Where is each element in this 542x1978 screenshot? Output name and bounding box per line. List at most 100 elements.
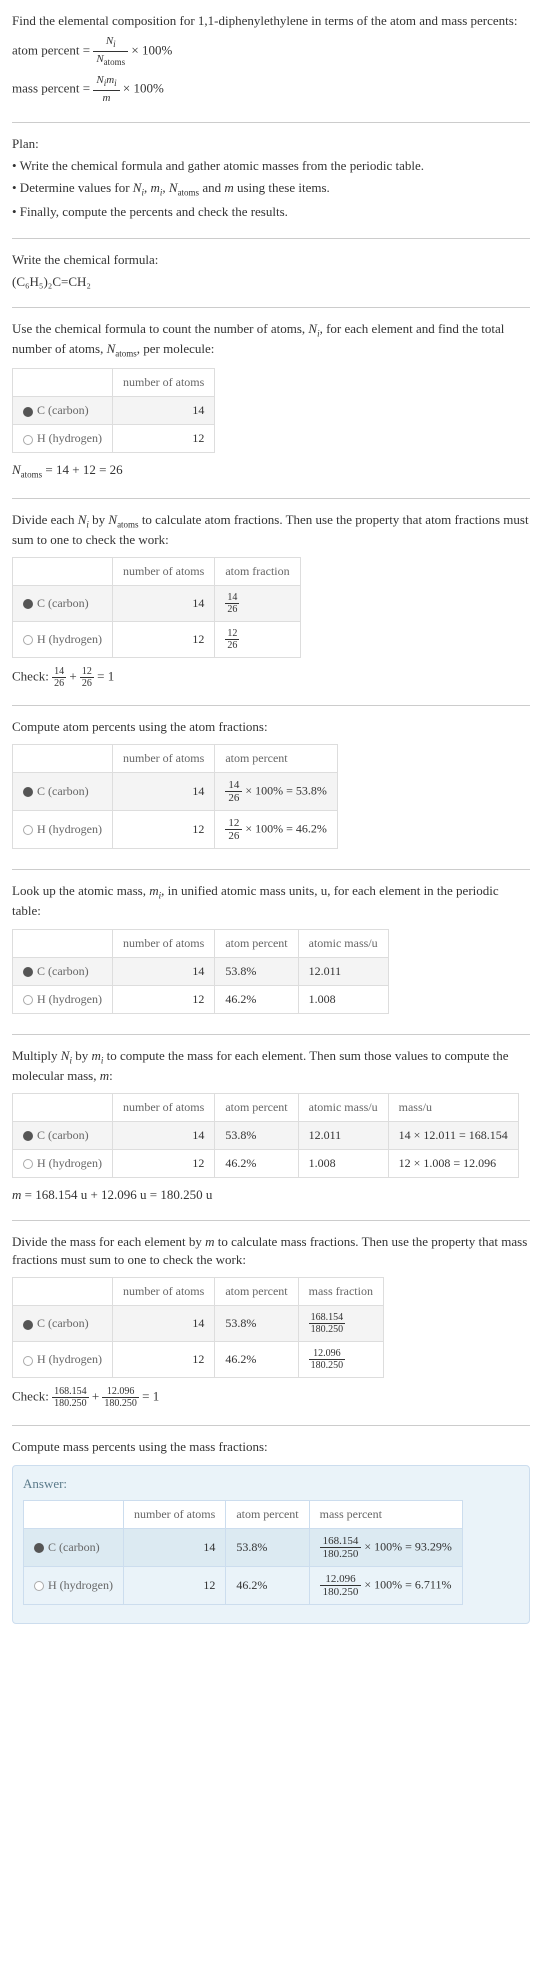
carbon-circle-icon	[23, 1131, 33, 1141]
mass-total-eq: = 168.154 u + 12.096 u = 180.250 u	[21, 1187, 212, 1202]
mass-total: m = 168.154 u + 12.096 u = 180.250 u	[12, 1186, 530, 1204]
mass-percent-fraction: Nimi m	[93, 73, 119, 106]
intro-section: Find the elemental composition for 1,1-d…	[12, 12, 530, 123]
cell-value: 53.8%	[226, 1528, 309, 1566]
table-row: C (carbon) 14 53.8% 168.154180.250	[13, 1306, 384, 1342]
mass-frac-check: Check: 168.154180.250 + 12.096180.250 = …	[12, 1386, 530, 1409]
atom-frac-intro: Divide each Ni by Natoms to calculate at…	[12, 511, 530, 549]
plan-b2-post: using these items.	[234, 180, 330, 195]
af-pre: Divide each	[12, 512, 78, 527]
cell-value: 14 × 12.011 = 168.154	[388, 1121, 518, 1149]
cell-value: 14	[123, 1528, 225, 1566]
cell-calc: 1226 × 100% = 46.2%	[215, 811, 338, 849]
cell-value: 12	[112, 811, 214, 849]
th: atom percent	[215, 1278, 298, 1306]
cell-value: 53.8%	[215, 957, 298, 985]
mass-pct-title: Compute mass percents using the mass fra…	[12, 1438, 530, 1456]
hydrogen-circle-icon	[23, 1159, 33, 1169]
formula-title: Write the chemical formula:	[12, 251, 530, 269]
plan-bullet-3: • Finally, compute the percents and chec…	[12, 203, 530, 221]
check-label: Check:	[12, 668, 52, 683]
cell-value: 12	[112, 1342, 214, 1378]
answer-label: Answer:	[23, 1476, 519, 1492]
mass-frac-section: Divide the mass for each element by m to…	[12, 1233, 530, 1426]
hydrogen-circle-icon	[23, 1356, 33, 1366]
cell-value: 12	[112, 985, 214, 1013]
cell-value: 12.011	[298, 957, 388, 985]
th: number of atoms	[112, 929, 214, 957]
th: atomic mass/u	[298, 929, 388, 957]
th: atom percent	[215, 745, 338, 773]
cell-frac: 12.096180.250	[298, 1342, 383, 1378]
carbon-circle-icon	[23, 787, 33, 797]
carbon-circle-icon	[23, 599, 33, 609]
mass-frac-table: number of atomsatom percentmass fraction…	[12, 1277, 384, 1378]
th: mass percent	[309, 1500, 462, 1528]
page-content: Find the elemental composition for 1,1-d…	[0, 0, 542, 1656]
mass-pct-section: Compute mass percents using the mass fra…	[12, 1438, 530, 1635]
table-row: H (hydrogen) 12 46.2% 12.096180.250 × 10…	[24, 1566, 463, 1604]
cell-value: 14	[112, 773, 214, 811]
mass-percent-formula: mass percent = Nimi m × 100%	[12, 73, 530, 106]
count-intro-post: , per molecule:	[137, 341, 215, 356]
elem-label: C (carbon)	[37, 964, 89, 978]
cell-value: 12 × 1.008 = 12.096	[388, 1149, 518, 1177]
cell-value: 1.008	[298, 1149, 388, 1177]
atom-pct-section: Compute atom percents using the atom fra…	[12, 718, 530, 870]
mf-pre: Divide the mass for each element by	[12, 1234, 205, 1249]
mass-lookup-table: number of atomsatom percentatomic mass/u…	[12, 929, 389, 1014]
atom-frac-check: Check: 1426 + 1226 = 1	[12, 666, 530, 689]
cell-value: 12	[123, 1566, 225, 1604]
count-section: Use the chemical formula to count the nu…	[12, 320, 530, 499]
elem-label: C (carbon)	[37, 1128, 89, 1142]
ml-pre: Look up the atomic mass,	[12, 883, 149, 898]
cell-value: 12	[112, 1149, 214, 1177]
hydrogen-circle-icon	[34, 1581, 44, 1591]
table-row: C (carbon) 14	[13, 397, 215, 425]
cell-value: 14	[112, 1121, 214, 1149]
cell-value: 53.8%	[215, 1306, 298, 1342]
th: atom percent	[226, 1500, 309, 1528]
elem-label: H (hydrogen)	[37, 1156, 102, 1170]
table-row: C (carbon) 14 53.8% 12.011 14 × 12.011 =…	[13, 1121, 519, 1149]
times-100-b: × 100%	[123, 80, 164, 95]
hydrogen-circle-icon	[23, 435, 33, 445]
carbon-circle-icon	[34, 1543, 44, 1553]
count-total-eq: = 14 + 12 = 26	[42, 462, 123, 477]
mc-pre: Multiply	[12, 1048, 61, 1063]
cell-value: 14	[112, 397, 214, 425]
cell-value: 12	[112, 425, 214, 453]
cell-frac: 1226	[215, 621, 300, 657]
cell-value: 46.2%	[215, 1342, 298, 1378]
cell-calc: 12.096180.250 × 100% = 6.711%	[309, 1566, 462, 1604]
cell-value: 46.2%	[215, 985, 298, 1013]
th: atomic mass/u	[298, 1093, 388, 1121]
table-row: H (hydrogen) 12 1226 × 100% = 46.2%	[13, 811, 338, 849]
elem-label: H (hydrogen)	[37, 822, 102, 836]
check-eq: = 1	[139, 1389, 159, 1404]
atom-percent-label: atom percent =	[12, 42, 93, 57]
th: number of atoms	[112, 1278, 214, 1306]
atom-percent-formula: atom percent = Ni Natoms × 100%	[12, 34, 530, 69]
table-row: H (hydrogen) 12 46.2% 1.008 12 × 1.008 =…	[13, 1149, 519, 1177]
cell-value: 53.8%	[215, 1121, 298, 1149]
elem-label: C (carbon)	[48, 1540, 100, 1554]
cell-value: 46.2%	[226, 1566, 309, 1604]
hydrogen-circle-icon	[23, 635, 33, 645]
th: number of atoms	[112, 745, 214, 773]
cell-value: 14	[112, 957, 214, 985]
cell-frac: 1426	[215, 585, 300, 621]
chemical-formula: (C₆H₅)₂C=CH₂	[12, 273, 530, 291]
th: mass fraction	[298, 1278, 383, 1306]
answer-box: Answer: number of atomsatom percentmass …	[12, 1465, 530, 1624]
plan-bullet-2: • Determine values for Ni, mi, Natoms an…	[12, 179, 530, 199]
th: number of atoms	[112, 557, 214, 585]
hydrogen-circle-icon	[23, 825, 33, 835]
cell-value: 1.008	[298, 985, 388, 1013]
plan-b2-pre: • Determine values for	[12, 180, 133, 195]
cell-value: 46.2%	[215, 1149, 298, 1177]
table-row: H (hydrogen) 12	[13, 425, 215, 453]
th: atom percent	[215, 929, 298, 957]
atom-percent-fraction: Ni Natoms	[93, 34, 128, 69]
mass-compute-intro: Multiply Ni by mi to compute the mass fo…	[12, 1047, 530, 1085]
